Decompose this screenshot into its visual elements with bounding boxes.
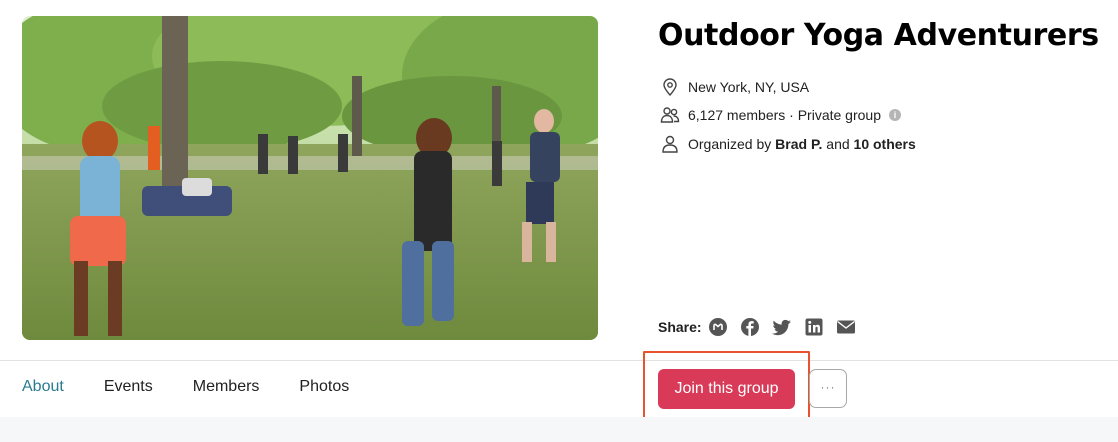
organizer-others-link[interactable]: 10 others: [854, 136, 916, 152]
location-row: New York, NY, USA: [660, 77, 809, 97]
tabs-divider: [0, 360, 1118, 361]
members-icon: [660, 105, 680, 125]
tab-members[interactable]: Members: [193, 378, 260, 396]
organizer-name-link[interactable]: Brad P.: [775, 136, 822, 152]
tab-events[interactable]: Events: [104, 378, 153, 396]
linkedin-icon[interactable]: [804, 317, 824, 337]
share-bar: Share:: [658, 317, 868, 337]
tab-about[interactable]: About: [22, 378, 64, 396]
join-group-button[interactable]: Join this group: [658, 369, 795, 409]
members-text: 6,127 members · Private group: [688, 107, 881, 123]
tab-photos[interactable]: Photos: [299, 378, 349, 396]
group-title: Outdoor Yoga Adventurers: [658, 18, 1099, 53]
more-options-button[interactable]: ···: [809, 369, 847, 408]
share-label: Share:: [658, 319, 702, 335]
location-text: New York, NY, USA: [688, 79, 810, 95]
content-background: [0, 417, 1118, 442]
organizer-and: and: [822, 136, 854, 152]
organizer-prefix: Organized by: [688, 136, 776, 152]
email-icon[interactable]: [836, 317, 856, 337]
meetup-icon[interactable]: [708, 317, 728, 337]
organizer-person-icon: [660, 134, 680, 154]
location-pin-icon: [660, 77, 680, 97]
group-cover-photo: [22, 16, 598, 340]
facebook-icon[interactable]: [740, 317, 760, 337]
group-tabs: About Events Members Photos: [22, 378, 389, 396]
info-icon[interactable]: i: [888, 109, 901, 121]
organizer-row: Organized by Brad P. and 10 others: [660, 134, 916, 154]
twitter-icon[interactable]: [771, 317, 792, 337]
members-row: 6,127 members · Private group i: [660, 105, 901, 125]
